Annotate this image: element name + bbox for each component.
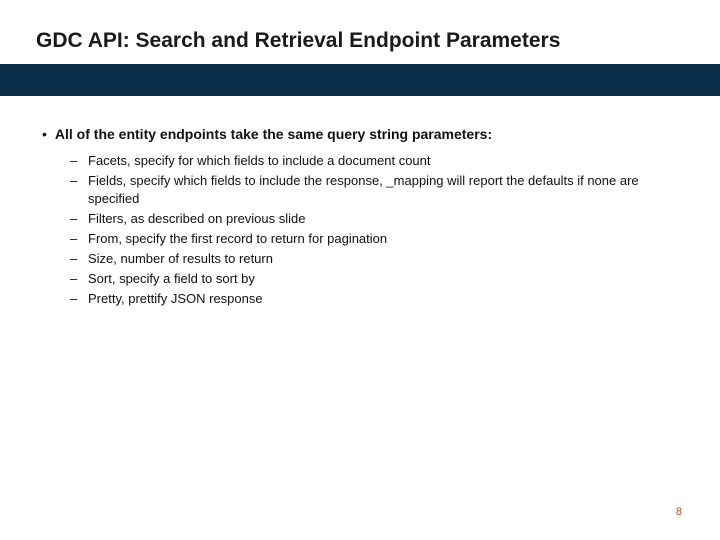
sub-bullet-text: Fields, specify which fields to include … bbox=[88, 172, 678, 208]
title-area: GDC API: Search and Retrieval Endpoint P… bbox=[36, 28, 684, 54]
sub-bullet-text: Pretty, prettify JSON response bbox=[88, 290, 263, 308]
sub-bullet-text: From, specify the first record to return… bbox=[88, 230, 387, 248]
title-divider-bar bbox=[0, 64, 720, 96]
sub-bullet-item: – Filters, as described on previous slid… bbox=[70, 210, 678, 228]
sub-bullet-text: Facets, specify for which fields to incl… bbox=[88, 152, 431, 170]
sub-bullet-item: – Facets, specify for which fields to in… bbox=[70, 152, 678, 170]
sub-bullet-item: – Sort, specify a field to sort by bbox=[70, 270, 678, 288]
sub-bullet-item: – Size, number of results to return bbox=[70, 250, 678, 268]
dash-icon: – bbox=[70, 270, 80, 288]
sub-bullet-item: – From, specify the first record to retu… bbox=[70, 230, 678, 248]
dash-icon: – bbox=[70, 290, 80, 308]
sub-bullet-text: Filters, as described on previous slide bbox=[88, 210, 306, 228]
sub-bullet-list: – Facets, specify for which fields to in… bbox=[70, 152, 678, 308]
dash-icon: – bbox=[70, 250, 80, 268]
bullet-text: All of the entity endpoints take the sam… bbox=[55, 124, 492, 144]
sub-bullet-item: – Pretty, prettify JSON response bbox=[70, 290, 678, 308]
page-number: 8 bbox=[676, 506, 682, 518]
bullet-dot-icon: • bbox=[42, 124, 47, 144]
dash-icon: – bbox=[70, 152, 80, 170]
sub-bullet-text: Sort, specify a field to sort by bbox=[88, 270, 255, 288]
dash-icon: – bbox=[70, 210, 80, 228]
content-area: • All of the entity endpoints take the s… bbox=[42, 124, 678, 310]
dash-icon: – bbox=[70, 230, 80, 248]
dash-icon: – bbox=[70, 172, 80, 190]
slide: GDC API: Search and Retrieval Endpoint P… bbox=[0, 0, 720, 540]
sub-bullet-text: Size, number of results to return bbox=[88, 250, 273, 268]
bullet-item: • All of the entity endpoints take the s… bbox=[42, 124, 678, 144]
slide-title: GDC API: Search and Retrieval Endpoint P… bbox=[36, 28, 684, 54]
sub-bullet-item: – Fields, specify which fields to includ… bbox=[70, 172, 678, 208]
